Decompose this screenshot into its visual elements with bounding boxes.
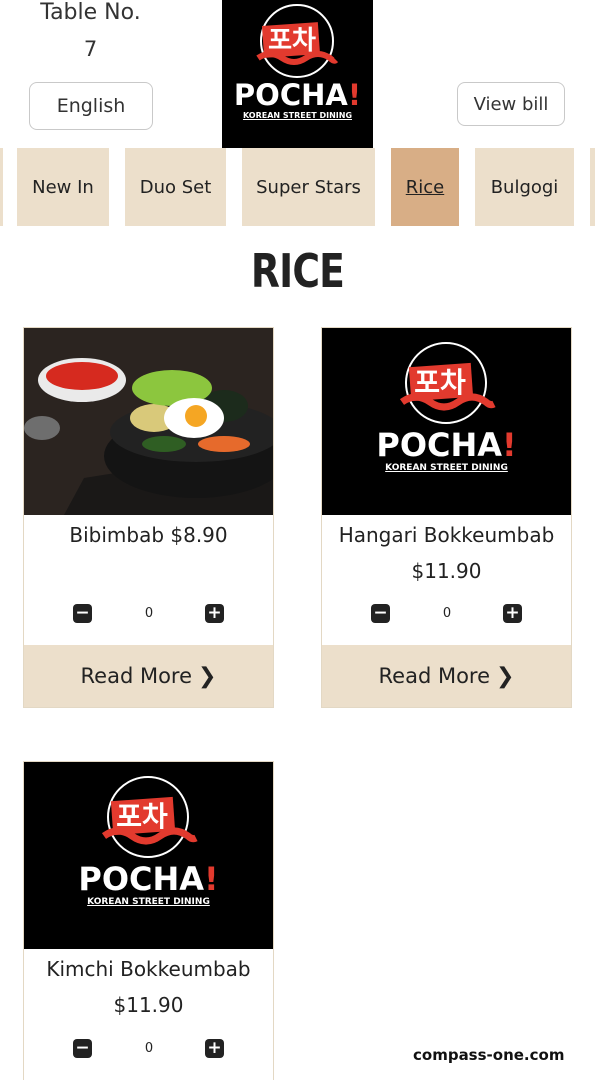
menu-item-card: 포차 POCHA! KOREAN STREET DINING Kimchi Bo… [23, 761, 274, 1080]
chevron-right-icon: ❯ [198, 663, 217, 689]
read-more-label: Read More [80, 664, 193, 688]
table-number-label: Table No. [40, 0, 141, 25]
minus-icon[interactable]: − [371, 604, 390, 623]
table-number-value: 7 [83, 37, 98, 61]
logo-tagline: KOREAN STREET DINING [242, 111, 353, 120]
quantity-value: 0 [144, 1041, 154, 1056]
logo-bang: ! [204, 860, 219, 898]
quantity-value: 0 [442, 606, 452, 621]
tab-edge-left [0, 148, 3, 226]
logo-bang: ! [502, 426, 517, 464]
minus-icon[interactable]: − [73, 1039, 92, 1058]
pocha-emblem-icon: 포차 [256, 4, 339, 78]
tab-new-in[interactable]: New In [17, 148, 109, 226]
logo-wordmark: POCHA! [78, 862, 218, 896]
watermark: compass-one.com [413, 1046, 565, 1064]
chevron-right-icon: ❯ [496, 663, 515, 689]
logo-word: POCHA [233, 78, 348, 112]
category-tabs: New In Duo Set Super Stars Rice Bulgogi [0, 148, 595, 226]
read-more-button[interactable]: Read More ❯ [322, 645, 571, 707]
tab-edge-right[interactable] [590, 148, 595, 226]
section-title: RICE [250, 244, 345, 298]
tab-rice[interactable]: Rice [391, 148, 459, 226]
read-more-label: Read More [378, 664, 491, 688]
pocha-emblem-icon: 포차 [399, 342, 496, 424]
pocha-emblem-icon: 포차 [101, 776, 198, 858]
tab-duo-set[interactable]: Duo Set [125, 148, 226, 226]
tab-super-stars[interactable]: Super Stars [242, 148, 375, 226]
quantity-value: 0 [144, 606, 154, 621]
menu-item-price: $11.90 [411, 559, 482, 583]
menu-item-name: Bibimbab $8.90 [69, 523, 228, 547]
logo-tagline: KOREAN STREET DINING [87, 897, 210, 907]
bibimbap-photo[interactable] [24, 328, 273, 515]
view-bill-button[interactable]: View bill [457, 82, 565, 126]
menu-item-card: Bibimbab $8.90 − 0 + Read More ❯ [23, 327, 274, 708]
quantity-stepper: − 0 + [24, 1039, 273, 1063]
logo-tagline: KOREAN STREET DINING [385, 463, 508, 473]
bibimbap-illustration [24, 328, 273, 515]
logo-wordmark: POCHA! [376, 428, 516, 462]
logo-bang: ! [347, 78, 362, 112]
plus-icon[interactable]: + [503, 604, 522, 623]
read-more-button[interactable]: Read More ❯ [24, 645, 273, 707]
plus-icon[interactable]: + [205, 1039, 224, 1058]
logo-korean-text: 포차 [116, 800, 168, 833]
language-button[interactable]: English [29, 82, 153, 130]
pocha-logo[interactable]: 포차 POCHA! KOREAN STREET DINING [24, 762, 273, 949]
logo-wordmark: POCHA! [234, 80, 361, 110]
minus-icon[interactable]: − [73, 604, 92, 623]
logo-word: POCHA [78, 860, 205, 898]
plus-icon[interactable]: + [205, 604, 224, 623]
tab-bulgogi[interactable]: Bulgogi [475, 148, 574, 226]
logo-korean-text: 포차 [268, 26, 316, 56]
menu-item-name: Kimchi Bokkeumbab [46, 957, 251, 981]
quantity-stepper: − 0 + [322, 604, 571, 628]
menu-item-card: 포차 POCHA! KOREAN STREET DINING Hangari B… [321, 327, 572, 708]
logo-korean-text: 포차 [414, 366, 466, 399]
menu-item-price: $11.90 [113, 993, 184, 1017]
quantity-stepper: − 0 + [24, 604, 273, 628]
pocha-logo[interactable]: 포차 POCHA! KOREAN STREET DINING [322, 328, 571, 515]
logo-word: POCHA [376, 426, 503, 464]
menu-item-name: Hangari Bokkeumbab [338, 523, 555, 547]
pocha-logo: 포차 POCHA! KOREAN STREET DINING [222, 0, 373, 148]
